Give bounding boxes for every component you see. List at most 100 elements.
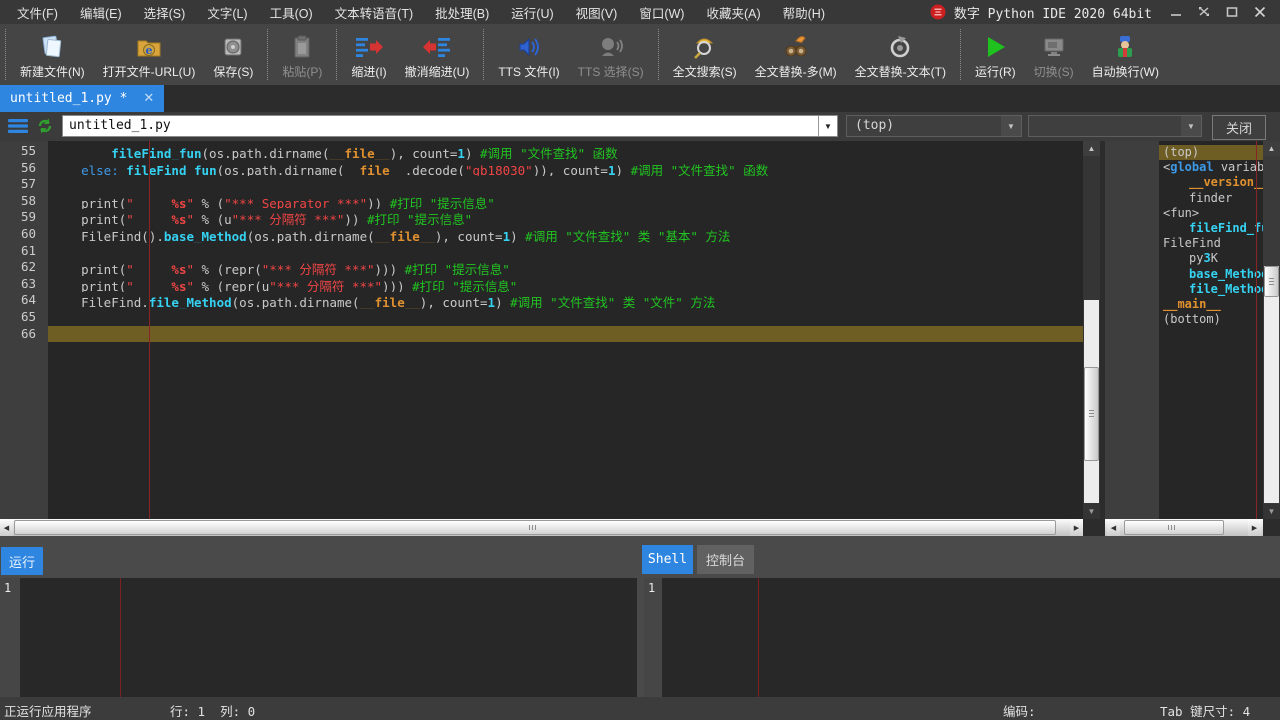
ide-window: 文件(F)编辑(E)选择(S)文字(L)工具(O)文本转语音(T)批处理(B)运… bbox=[0, 0, 1280, 720]
scope-combobox[interactable]: (top) ▼ bbox=[846, 115, 1022, 137]
code-line-61[interactable] bbox=[48, 243, 1083, 260]
editor-vertical-scrollbar[interactable]: ▲ ▼ bbox=[1083, 141, 1100, 519]
unindent-button[interactable]: 撤消缩进(U) bbox=[396, 24, 479, 85]
menu-item-favorites[interactable]: 收藏夹(A) bbox=[695, 0, 771, 26]
scroll-right-icon[interactable]: ▶ bbox=[1070, 519, 1083, 536]
editor-tab[interactable]: untitled_1.py * ✕ bbox=[0, 85, 164, 112]
code-line-57[interactable] bbox=[48, 176, 1083, 193]
editor-tab-label: untitled_1.py * bbox=[10, 91, 127, 106]
scroll-down-icon[interactable]: ▼ bbox=[1083, 504, 1100, 519]
menu-item-view[interactable]: 视图(V) bbox=[565, 0, 629, 26]
menu-item-select[interactable]: 选择(S) bbox=[133, 0, 197, 26]
scroll-left-icon[interactable]: ◀ bbox=[1107, 519, 1120, 536]
new-file-button[interactable]: 新建文件(N) bbox=[11, 24, 94, 85]
tab-console[interactable]: 控制台 bbox=[697, 545, 754, 574]
output-panel-right[interactable]: 1 bbox=[644, 578, 1280, 697]
toolbar-separator bbox=[5, 29, 6, 80]
refresh-icon[interactable] bbox=[36, 117, 54, 140]
maximize-button[interactable] bbox=[1220, 3, 1244, 21]
code-token: % (repr(u bbox=[194, 279, 269, 293]
toolbar-separator bbox=[336, 29, 337, 80]
ruler-line bbox=[149, 141, 150, 519]
line-number: 60 bbox=[0, 226, 48, 243]
menu-item-edit[interactable]: 编辑(E) bbox=[69, 0, 133, 26]
save-button[interactable]: 保存(S) bbox=[204, 24, 262, 85]
minimize-button[interactable] bbox=[1164, 3, 1188, 21]
file-selector-bar: untitled_1.py ▼ (top) ▼ ▼ 关闭 bbox=[0, 112, 1280, 141]
structure-scrollbar-thumb[interactable] bbox=[1264, 266, 1279, 297]
code-line-59[interactable]: print(" %s" % (u"*** 分隔符 ***")) #打印 "提示信… bbox=[48, 209, 1083, 226]
code-line-65[interactable] bbox=[48, 309, 1083, 326]
code-line-66[interactable] bbox=[48, 326, 1083, 343]
restore-button[interactable] bbox=[1192, 3, 1216, 21]
scroll-down-icon[interactable]: ▼ bbox=[1263, 504, 1280, 519]
tab-shell[interactable]: Shell bbox=[642, 545, 693, 574]
run-shell-button[interactable]: 运行 bbox=[1, 547, 43, 575]
tab-close-icon[interactable]: ✕ bbox=[143, 91, 154, 106]
scroll-right-icon[interactable]: ▶ bbox=[1248, 519, 1261, 536]
code-line-63[interactable]: print(" %s" % (repr(u"*** 分隔符 ***"))) #打… bbox=[48, 276, 1083, 293]
structure-horizontal-scrollbar[interactable]: ◀ ▶ bbox=[1105, 519, 1263, 536]
chevron-down-icon[interactable]: ▼ bbox=[1001, 116, 1021, 136]
code-area[interactable]: fileFind_fun(os.path.dirname(__file__), … bbox=[48, 141, 1083, 519]
chevron-down-icon[interactable]: ▼ bbox=[818, 116, 837, 136]
code-token bbox=[51, 146, 111, 160]
code-line-58[interactable]: print(" %s" % ("*** Separator ***")) #打印… bbox=[48, 193, 1083, 210]
menu-item-file[interactable]: 文件(F) bbox=[6, 0, 69, 26]
code-token: __version__ bbox=[1189, 175, 1263, 189]
paste-icon bbox=[289, 31, 315, 63]
hamburger-menu-icon[interactable] bbox=[8, 118, 28, 139]
output-panel-divider[interactable] bbox=[637, 578, 644, 697]
code-editor[interactable]: 555657585960616263646566 fileFind_fun(os… bbox=[0, 141, 1083, 519]
indent-button[interactable]: 缩进(I) bbox=[342, 24, 395, 85]
editor-horizontal-scrollbar[interactable]: ◀ ▶ bbox=[0, 519, 1083, 536]
scroll-up-icon[interactable]: ▲ bbox=[1083, 141, 1100, 156]
scroll-up-icon[interactable]: ▲ bbox=[1263, 141, 1280, 156]
code-token: " bbox=[186, 212, 194, 226]
secondary-combobox[interactable]: ▼ bbox=[1028, 115, 1202, 137]
menu-item-text-to-speech[interactable]: 文本转语音(T) bbox=[324, 0, 424, 26]
menu-item-window[interactable]: 窗口(W) bbox=[628, 0, 695, 26]
file-selector-combobox[interactable]: untitled_1.py ▼ bbox=[62, 115, 838, 137]
menu-item-batch[interactable]: 批处理(B) bbox=[424, 0, 500, 26]
tts-file-button[interactable]: TTS 文件(I) bbox=[489, 24, 568, 85]
menu-item-tools[interactable]: 工具(O) bbox=[259, 0, 324, 26]
chevron-down-icon[interactable]: ▼ bbox=[1181, 116, 1201, 136]
code-token: .decode( bbox=[405, 163, 465, 177]
replace-text-button[interactable]: 全文替换-文本(T) bbox=[846, 24, 955, 85]
run-button-label: 运行(R) bbox=[975, 63, 1016, 80]
code-token: "*** 分隔符 ***" bbox=[262, 262, 375, 276]
status-bar: 正运行应用程序 行: 1 列: 0 编码: Tab 键尺寸: 4 bbox=[0, 697, 1280, 720]
menu-item-text[interactable]: 文字(L) bbox=[196, 0, 258, 26]
replace-multi-button[interactable]: 全文替换-多(M) bbox=[746, 24, 846, 85]
structure-hscroll-thumb[interactable] bbox=[1124, 520, 1224, 535]
code-line-55[interactable]: fileFind_fun(os.path.dirname(__file__), … bbox=[48, 143, 1083, 160]
menu-item-help[interactable]: 帮助(H) bbox=[772, 0, 836, 26]
editor-scrollbar-thumb[interactable] bbox=[1084, 367, 1099, 461]
open-file-url-button[interactable]: e打开文件-URL(U) bbox=[94, 24, 205, 85]
editor-hscroll-thumb[interactable] bbox=[14, 520, 1056, 535]
structure-vertical-scrollbar[interactable]: ▲ ▼ bbox=[1263, 141, 1280, 519]
code-line-64[interactable]: FileFind.file_Method(os.path.dirname(__f… bbox=[48, 292, 1083, 309]
scroll-left-icon[interactable]: ◀ bbox=[0, 519, 13, 536]
close-editor-button[interactable]: 关闭 bbox=[1212, 115, 1266, 140]
word-wrap-button-label: 自动换行(W) bbox=[1092, 63, 1159, 80]
structure-item-label: FileFind bbox=[1159, 236, 1263, 251]
close-button[interactable] bbox=[1248, 3, 1272, 21]
structure-panel[interactable]: 1(top)2<global variables>3__version__4fi… bbox=[1105, 141, 1263, 519]
code-token: base_Method bbox=[1189, 267, 1263, 281]
run-button[interactable]: 运行(R) bbox=[966, 24, 1025, 85]
word-wrap-button[interactable]: 自动换行(W) bbox=[1083, 24, 1168, 85]
code-token: %s bbox=[171, 212, 186, 226]
output-panel-left[interactable]: 1 bbox=[0, 578, 637, 697]
code-line-60[interactable]: FileFind().base_Method(os.path.dirname(_… bbox=[48, 226, 1083, 243]
line-number: 63 bbox=[0, 276, 48, 293]
search-all-button[interactable]: 全文搜索(S) bbox=[664, 24, 746, 85]
code-line-62[interactable]: print(" %s" % (repr("*** 分隔符 ***"))) #打印… bbox=[48, 259, 1083, 276]
code-token: #打印 "提示信息" bbox=[405, 262, 510, 276]
code-token: 1 bbox=[457, 146, 465, 160]
code-token: 1 bbox=[488, 295, 496, 309]
code-line-56[interactable]: else: fileFind_fun(os.path.dirname(__fil… bbox=[48, 160, 1083, 177]
menu-item-run[interactable]: 运行(U) bbox=[500, 0, 564, 26]
code-token: __file__ bbox=[329, 146, 389, 160]
